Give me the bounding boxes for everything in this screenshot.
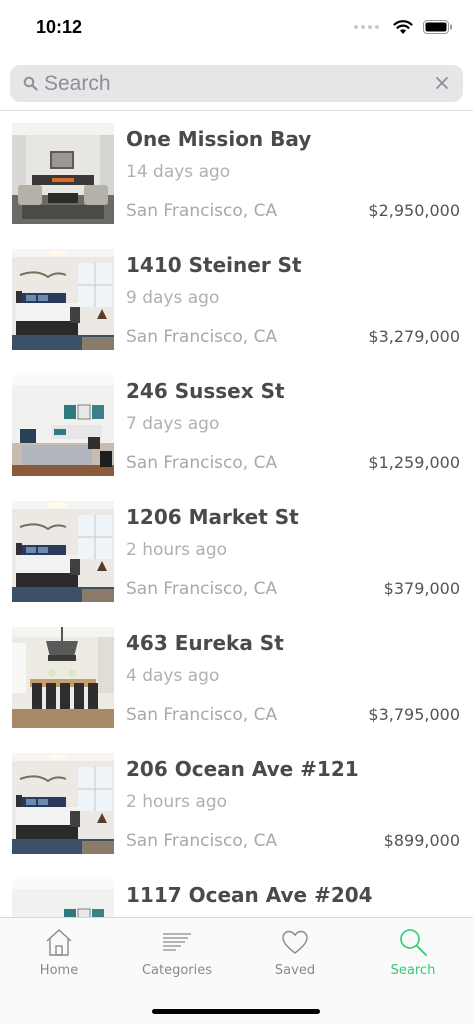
- listing-photo: [12, 375, 114, 476]
- listing-item[interactable]: 463 Eureka St 4 days ago San Francisco, …: [0, 615, 473, 741]
- listing-age: 4 days ago: [126, 666, 220, 686]
- status-bar: 10:12: [0, 0, 473, 56]
- home-icon: [46, 929, 72, 956]
- listing-address: 1117 Ocean Ave #204: [126, 883, 373, 907]
- listing-photo: [12, 879, 114, 917]
- magnifier-icon: [23, 76, 38, 91]
- listing-item[interactable]: One Mission Bay 14 days ago San Francisc…: [0, 111, 473, 237]
- tab-bar: Home Categories Saved Search: [0, 917, 473, 1024]
- tab-categories[interactable]: Categories: [118, 918, 236, 988]
- tab-label: Categories: [141, 963, 213, 978]
- listing-city: San Francisco, CA: [126, 705, 278, 725]
- listing-address: 1206 Market St: [126, 505, 299, 529]
- listing-item[interactable]: 206 Ocean Ave #121 2 hours ago San Franc…: [0, 741, 473, 867]
- listing-list[interactable]: One Mission Bay 14 days ago San Francisc…: [0, 111, 473, 917]
- wifi-icon: [393, 20, 413, 34]
- listing-address: 463 Eureka St: [126, 631, 284, 655]
- categories-icon: [163, 933, 191, 951]
- listing-price: $3,279,000: [368, 327, 460, 346]
- listing-price: $3,795,000: [368, 705, 460, 724]
- status-indicators: [354, 19, 453, 35]
- clear-search-icon[interactable]: [433, 74, 451, 92]
- search-icon: [400, 929, 427, 956]
- tab-search[interactable]: Search: [354, 918, 472, 988]
- listing-city: San Francisco, CA: [126, 831, 278, 851]
- cellular-signal-icon: [354, 25, 379, 29]
- listing-city: San Francisco, CA: [126, 579, 278, 599]
- listing-price: $899,000: [383, 831, 460, 850]
- listing-price: $1,259,000: [368, 453, 460, 472]
- listing-price: $379,000: [383, 579, 460, 598]
- listing-photo: [12, 501, 114, 602]
- listing-age: 2 hours ago: [126, 540, 228, 560]
- listing-photo: [12, 627, 114, 728]
- listing-address: One Mission Bay: [126, 127, 312, 151]
- listing-item[interactable]: 1410 Steiner St 9 days ago San Francisco…: [0, 237, 473, 363]
- search-input[interactable]: [44, 71, 424, 96]
- home-indicator: [152, 1009, 320, 1014]
- battery-icon: [423, 20, 452, 34]
- listing-photo: [12, 753, 114, 854]
- listing-photo: [12, 249, 114, 350]
- listing-price: $2,950,000: [368, 201, 460, 220]
- listing-age: 14 days ago: [126, 162, 231, 182]
- tab-home[interactable]: Home: [0, 918, 118, 988]
- tab-label: Home: [39, 963, 79, 978]
- heart-icon: [282, 930, 308, 954]
- listing-item[interactable]: 1206 Market St 2 hours ago San Francisco…: [0, 489, 473, 615]
- tab-label: Search: [390, 963, 436, 978]
- listing-age: 9 days ago: [126, 288, 220, 308]
- listing-item[interactable]: 1117 Ocean Ave #204: [0, 867, 473, 917]
- listing-city: San Francisco, CA: [126, 453, 278, 473]
- tab-saved[interactable]: Saved: [236, 918, 354, 988]
- listing-photo: [12, 123, 114, 224]
- listing-address: 1410 Steiner St: [126, 253, 302, 277]
- listing-city: San Francisco, CA: [126, 327, 278, 347]
- tab-label: Saved: [274, 963, 316, 978]
- listing-address: 246 Sussex St: [126, 379, 285, 403]
- listing-age: 2 hours ago: [126, 792, 228, 812]
- listing-age: 7 days ago: [126, 414, 220, 434]
- listing-item[interactable]: 246 Sussex St 7 days ago San Francisco, …: [0, 363, 473, 489]
- status-time: 10:12: [36, 17, 83, 37]
- search-bar: [10, 65, 463, 102]
- listing-city: San Francisco, CA: [126, 201, 278, 221]
- listing-address: 206 Ocean Ave #121: [126, 757, 359, 781]
